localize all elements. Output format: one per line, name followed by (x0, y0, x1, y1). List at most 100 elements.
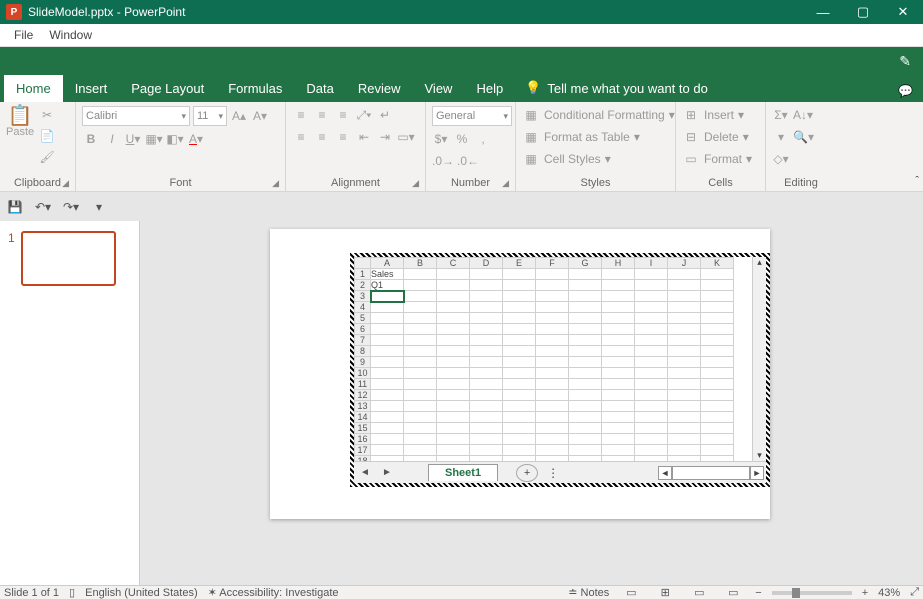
border-icon[interactable]: ▦▾ (145, 130, 163, 148)
insert-cells-button[interactable]: ⊞Insert▾ (682, 106, 759, 124)
zoom-out-button[interactable]: − (755, 587, 761, 599)
zoom-slider[interactable] (772, 591, 852, 595)
font-color-icon[interactable]: A▾ (187, 130, 205, 148)
fill-color-icon[interactable]: ◧▾ (166, 130, 184, 148)
font-name-combo[interactable]: Calibri▾ (82, 106, 190, 126)
redo-icon[interactable]: ↷▾ (62, 198, 80, 216)
group-font: Calibri▾ 11▾ A▴ A▾ B I U▾ ▦▾ ◧▾ A▾ Font◢ (76, 102, 286, 191)
menu-window[interactable]: Window (41, 28, 100, 42)
ribbon-tabs: Home Insert Page Layout Formulas Data Re… (0, 74, 923, 102)
tab-help[interactable]: Help (464, 75, 515, 102)
decrease-indent-icon[interactable]: ⇤ (355, 128, 373, 146)
minimize-button[interactable]: — (803, 0, 843, 24)
reading-view-icon[interactable]: ▭ (687, 586, 711, 599)
align-middle-icon[interactable]: ≡ (313, 106, 331, 124)
tab-page-layout[interactable]: Page Layout (119, 75, 216, 102)
align-left-icon[interactable]: ≡ (292, 128, 310, 146)
conditional-formatting-button[interactable]: ▦Conditional Formatting▾ (522, 106, 669, 124)
collapse-ribbon-icon[interactable]: ˆ (915, 175, 919, 187)
sheet-tab-bar: ◄ ► Sheet1 + ⋮ ◄► (354, 461, 766, 483)
lightbulb-icon: 💡 (525, 80, 541, 96)
underline-icon[interactable]: U▾ (124, 130, 142, 148)
bold-icon[interactable]: B (82, 130, 100, 148)
align-right-icon[interactable]: ≡ (334, 128, 352, 146)
merge-icon[interactable]: ▭▾ (397, 128, 415, 146)
decrease-font-icon[interactable]: A▾ (251, 107, 269, 125)
comma-icon[interactable]: , (474, 130, 492, 148)
fit-to-window-icon[interactable]: ⤢ (910, 586, 919, 599)
zoom-in-button[interactable]: + (862, 587, 868, 599)
wrap-text-icon[interactable]: ↵ (376, 106, 394, 124)
align-center-icon[interactable]: ≡ (313, 128, 331, 146)
clear-icon[interactable]: ◇▾ (772, 150, 790, 168)
comments-icon[interactable]: 💬 (898, 84, 913, 98)
italic-icon[interactable]: I (103, 130, 121, 148)
embedded-spreadsheet-object[interactable]: ABCDEFGHIJK1Sales2Q134567891011121314151… (350, 253, 770, 487)
sort-filter-icon[interactable]: A↓▾ (793, 106, 813, 124)
zoom-level[interactable]: 43% (878, 587, 900, 599)
status-accessibility[interactable]: ✶ Accessibility: Investigate (208, 586, 339, 599)
align-top-icon[interactable]: ≡ (292, 106, 310, 124)
save-icon[interactable]: 💾 (6, 198, 24, 216)
copy-icon[interactable]: 📄 (38, 127, 56, 145)
powerpoint-icon: P (6, 4, 22, 20)
number-format-combo[interactable]: General▾ (432, 106, 512, 126)
decrease-decimal-icon[interactable]: .0← (457, 152, 479, 170)
autosum-icon[interactable]: Σ▾ (772, 106, 790, 124)
group-alignment: ≡ ≡ ≡ ⤢▾ ↵ ≡ ≡ ≡ ⇤ ⇥ ▭▾ Alignment◢ (286, 102, 426, 191)
group-clipboard: 📋 Paste ✂ 📄 🖌 Clipboard◢ (0, 102, 76, 191)
delete-cells-button[interactable]: ⊟Delete▾ (682, 128, 759, 146)
ribbon-body: 📋 Paste ✂ 📄 🖌 Clipboard◢ Calibri▾ 11▾ A▴… (0, 102, 923, 192)
slide-thumbnail-1[interactable]: 1 (8, 231, 131, 286)
tab-view[interactable]: View (413, 75, 465, 102)
notes-button[interactable]: ≐ Notes (568, 586, 609, 599)
fill-icon[interactable]: ▾ (772, 128, 790, 146)
cut-icon[interactable]: ✂ (38, 106, 56, 124)
add-sheet-button[interactable]: + (516, 464, 538, 482)
qat-customize-icon[interactable]: ▾ (90, 198, 108, 216)
window-title: SlideModel.pptx - PowerPoint (28, 5, 185, 19)
horizontal-scrollbar[interactable]: ◄► (658, 466, 764, 480)
normal-view-icon[interactable]: ▭ (619, 586, 643, 599)
worksheet-grid[interactable]: ABCDEFGHIJK1Sales2Q134567891011121314151… (354, 257, 734, 461)
undo-icon[interactable]: ↶▾ (34, 198, 52, 216)
slide-thumbnails-pane: 1 (0, 221, 140, 585)
tell-me-search[interactable]: 💡 Tell me what you want to do (515, 74, 718, 102)
increase-decimal-icon[interactable]: .0→ (432, 152, 454, 170)
tab-data[interactable]: Data (294, 75, 345, 102)
sheet-nav-next[interactable]: ► (376, 467, 398, 478)
tab-formulas[interactable]: Formulas (216, 75, 294, 102)
format-painter-icon[interactable]: 🖌 (38, 148, 56, 166)
tab-review[interactable]: Review (346, 75, 413, 102)
orientation-icon[interactable]: ⤢▾ (355, 106, 373, 124)
sorter-view-icon[interactable]: ⊞ (653, 586, 677, 599)
status-language[interactable]: English (United States) (85, 587, 198, 599)
pen-icon[interactable]: ✎ (899, 53, 911, 70)
vertical-scrollbar[interactable]: ▴▾ (752, 257, 766, 461)
close-button[interactable]: ✕ (883, 0, 923, 24)
tab-home[interactable]: Home (4, 75, 63, 102)
slide-canvas[interactable]: ABCDEFGHIJK1Sales2Q134567891011121314151… (140, 221, 923, 585)
group-cells: ⊞Insert▾ ⊟Delete▾ ▭Format▾ Cells (676, 102, 766, 191)
sheet-tab-sheet1[interactable]: Sheet1 (428, 464, 498, 481)
currency-icon[interactable]: $▾ (432, 130, 450, 148)
find-select-icon[interactable]: 🔍▾ (793, 128, 814, 146)
sheet-nav-prev[interactable]: ◄ (354, 467, 376, 478)
slideshow-view-icon[interactable]: ▭ (721, 586, 745, 599)
group-editing: Σ▾A↓▾ ▾🔍▾ ◇▾ Editing (766, 102, 836, 191)
paste-button[interactable]: 📋 Paste (6, 106, 34, 177)
format-as-table-button[interactable]: ▦Format as Table▾ (522, 128, 669, 146)
align-bottom-icon[interactable]: ≡ (334, 106, 352, 124)
increase-font-icon[interactable]: A▴ (230, 107, 248, 125)
status-spell-icon[interactable]: ▯ (69, 586, 75, 599)
maximize-button[interactable]: ▢ (843, 0, 883, 24)
percent-icon[interactable]: % (453, 130, 471, 148)
font-size-combo[interactable]: 11▾ (193, 106, 227, 126)
increase-indent-icon[interactable]: ⇥ (376, 128, 394, 146)
main-area: 1 ABCDEFGHIJK1Sales2Q1345678910111213141… (0, 221, 923, 585)
format-cells-button[interactable]: ▭Format▾ (682, 150, 759, 168)
tab-insert[interactable]: Insert (63, 75, 120, 102)
group-number: General▾ $▾ % , .0→ .0← Number◢ (426, 102, 516, 191)
cell-styles-button[interactable]: ▦Cell Styles▾ (522, 150, 669, 168)
menu-file[interactable]: File (6, 28, 41, 42)
